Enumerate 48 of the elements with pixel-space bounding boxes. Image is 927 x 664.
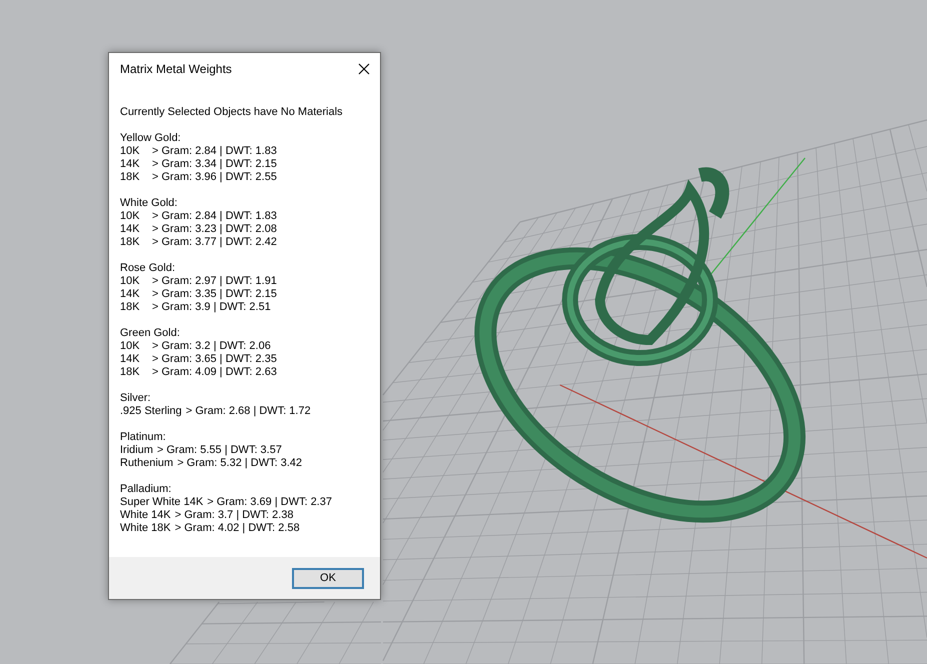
alloy-label: Ruthenium [120, 457, 174, 470]
weight-value: > Gram: 3.34 | DWT: 2.15 [152, 158, 277, 171]
dialog-title: Matrix Metal Weights [120, 62, 232, 76]
metal-heading: Green Gold: [120, 327, 180, 340]
alloy-label: 18K [120, 171, 141, 184]
alloy-label: 14K [120, 288, 141, 301]
weight-value: > Gram: 4.09 | DWT: 2.63 [152, 366, 277, 379]
alloy-label: 14K [120, 158, 141, 171]
weight-value: > Gram: 5.55 | DWT: 3.57 [157, 444, 282, 457]
alloy-label: White 18K [120, 522, 171, 535]
alloy-label: 14K [120, 353, 141, 366]
metal-heading: Palladium: [120, 483, 172, 496]
3d-viewport[interactable] [0, 0, 927, 664]
alloy-label: 10K [120, 210, 141, 223]
alloy-label: 10K [120, 145, 141, 158]
weight-value: > Gram: 5.32 | DWT: 3.42 [177, 457, 302, 470]
weight-value: > Gram: 4.02 | DWT: 2.58 [174, 522, 300, 535]
alloy-label: 10K [120, 340, 141, 353]
weight-value: > Gram: 2.68 | DWT: 1.72 [186, 405, 311, 418]
weight-value: > Gram: 3.9 | DWT: 2.51 [152, 301, 271, 314]
close-button[interactable] [356, 60, 372, 76]
metal-heading: Platinum: [120, 431, 166, 444]
message-text: Currently Selected Objects have No Materials [120, 106, 344, 119]
weight-value: > Gram: 3.96 | DWT: 2.55 [152, 171, 277, 184]
alloy-label: White 14K [120, 509, 171, 522]
weight-value: > Gram: 3.7 | DWT: 2.38 [174, 509, 294, 522]
weight-value: > Gram: 3.2 | DWT: 2.06 [152, 340, 271, 353]
weight-value: > Gram: 2.84 | DWT: 1.83 [152, 145, 277, 158]
metal-heading: Yellow Gold: [120, 132, 181, 145]
alloy-label: .925 Sterling [120, 405, 182, 418]
alloy-label: 14K [120, 223, 141, 236]
weight-value: > Gram: 3.69 | DWT: 2.37 [207, 496, 332, 509]
weight-value: > Gram: 3.35 | DWT: 2.15 [152, 288, 277, 301]
weight-value: > Gram: 3.65 | DWT: 2.35 [152, 353, 277, 366]
alloy-label: Iridium [120, 444, 154, 457]
metal-heading: Rose Gold: [120, 262, 176, 275]
weight-value: > Gram: 2.97 | DWT: 1.91 [152, 275, 277, 288]
weight-value: > Gram: 3.77 | DWT: 2.42 [152, 236, 277, 249]
weight-value: > Gram: 3.23 | DWT: 2.08 [152, 223, 277, 236]
weight-value: > Gram: 2.84 | DWT: 1.83 [152, 210, 277, 223]
alloy-label: 18K [120, 366, 141, 379]
alloy-label: 18K [120, 236, 141, 249]
metal-heading: Silver: [120, 392, 151, 405]
ok-button[interactable]: OK [292, 568, 364, 588]
alloy-label: 18K [120, 301, 141, 314]
alloy-label: Super White 14K [120, 496, 204, 509]
alloy-label: 10K [120, 275, 141, 288]
metal-heading: White Gold: [120, 197, 178, 210]
